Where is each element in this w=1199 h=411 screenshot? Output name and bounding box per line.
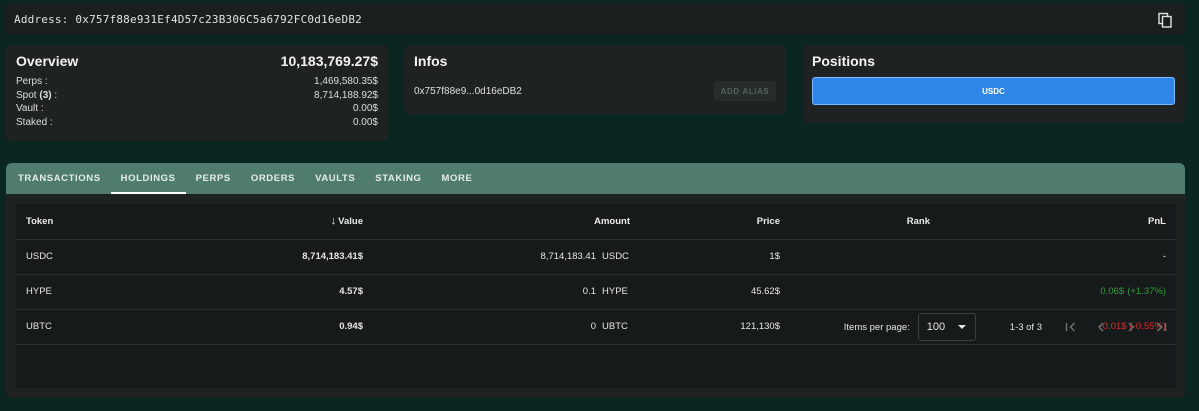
tab-perps[interactable]: PERPS bbox=[186, 163, 241, 194]
arrow-down-icon: ↓ bbox=[330, 215, 337, 228]
overview-card: Overview 10,183,769.27$ Perps : 1,469,58… bbox=[6, 45, 388, 141]
pnl-cell: 0.06$ (+1.37%) bbox=[940, 274, 1176, 310]
last-page-button[interactable] bbox=[1146, 315, 1176, 339]
value-cell: 4.57$ bbox=[186, 274, 373, 310]
overview-label: Perps : bbox=[16, 76, 48, 87]
header-pnl[interactable]: PnL bbox=[940, 204, 1176, 240]
overview-row-staked: Staked : 0.00$ bbox=[16, 116, 378, 130]
holdings-table-container: Token ↓ Value Amount Price Rank PnL USDC … bbox=[16, 204, 1176, 388]
address-label: Address: bbox=[14, 13, 69, 26]
copy-icon[interactable] bbox=[1157, 12, 1173, 28]
price-cell: 45.62$ bbox=[640, 274, 790, 310]
amount-cell: 8,714,183.41 USDC bbox=[373, 239, 640, 275]
amount-cell: 0.1 HYPE bbox=[373, 274, 640, 310]
overview-row-perps: Perps : 1,469,580.35$ bbox=[16, 75, 378, 89]
overview-title: Overview bbox=[16, 53, 79, 69]
tab-bar: TRANSACTIONS HOLDINGS PERPS ORDERS VAULT… bbox=[6, 163, 1185, 194]
last-page-icon bbox=[1156, 322, 1167, 332]
tab-orders[interactable]: ORDERS bbox=[241, 163, 305, 194]
spot-count: (3) bbox=[39, 89, 52, 101]
address-bar: Address: 0x757f88e931Ef4D57c23B306C5a679… bbox=[6, 4, 1185, 35]
infos-title: Infos bbox=[414, 53, 448, 69]
infos-card: Infos 0x757f88e9...0d16eDB2 ADD ALIAS bbox=[404, 45, 786, 114]
overview-value: 8,714,188.92$ bbox=[314, 89, 378, 101]
items-per-page-label: Items per page: bbox=[843, 321, 910, 333]
first-page-button[interactable] bbox=[1056, 315, 1086, 339]
overview-value: 0.00$ bbox=[352, 116, 378, 128]
header-rank[interactable]: Rank bbox=[790, 204, 940, 240]
overview-label: Vault : bbox=[16, 103, 44, 114]
items-per-page-value: 100 bbox=[926, 321, 946, 333]
prev-page-button[interactable] bbox=[1086, 315, 1116, 339]
tab-holdings[interactable]: HOLDINGS bbox=[110, 163, 186, 194]
page-range: 1-3 of 3 bbox=[1009, 321, 1042, 333]
overview-label: Spot (3) : bbox=[16, 89, 58, 101]
positions-title: Positions bbox=[812, 53, 876, 69]
address-value: 0x757f88e931Ef4D57c23B306C5a6792FC0d16eD… bbox=[75, 13, 362, 26]
items-per-page-select[interactable]: 100 bbox=[917, 313, 976, 341]
overview-total: 10,183,769.27$ bbox=[280, 53, 378, 69]
header-value[interactable]: ↓ Value bbox=[186, 204, 373, 240]
first-page-icon bbox=[1065, 322, 1076, 332]
token-cell: USDC bbox=[16, 239, 186, 275]
price-cell: 1$ bbox=[640, 239, 790, 275]
chevron-left-icon bbox=[1097, 322, 1104, 332]
tab-staking[interactable]: STAKING bbox=[365, 163, 431, 194]
caret-down-icon bbox=[957, 325, 966, 329]
header-price[interactable]: Price bbox=[640, 204, 790, 240]
pnl-cell: - bbox=[940, 239, 1176, 275]
table-row[interactable]: HYPE 4.57$ 0.1 HYPE 45.62$ 0.06$ (+1.37%) bbox=[16, 274, 1176, 310]
overview-row-vault: Vault : 0.00$ bbox=[16, 102, 378, 116]
overview-row-spot: Spot (3) : 8,714,188.92$ bbox=[16, 89, 378, 103]
rank-cell bbox=[790, 239, 940, 275]
holdings-panel: TRANSACTIONS HOLDINGS PERPS ORDERS VAULT… bbox=[6, 163, 1185, 398]
tab-more[interactable]: MORE bbox=[432, 163, 483, 194]
header-amount[interactable]: Amount bbox=[373, 204, 640, 240]
tab-vaults[interactable]: VAULTS bbox=[305, 163, 365, 194]
add-alias-button[interactable]: ADD ALIAS bbox=[714, 81, 776, 101]
positions-card: Positions USDC bbox=[803, 45, 1185, 123]
table-header-row: Token ↓ Value Amount Price Rank PnL bbox=[16, 204, 1176, 240]
table-row[interactable]: USDC 8,714,183.41$ 8,714,183.41 USDC 1$ - bbox=[16, 239, 1176, 275]
overview-value: 0.00$ bbox=[352, 103, 378, 114]
chevron-right-icon bbox=[1128, 322, 1135, 332]
next-page-button[interactable] bbox=[1116, 315, 1146, 339]
infos-address: 0x757f88e9...0d16eDB2 bbox=[414, 85, 522, 97]
tab-transactions[interactable]: TRANSACTIONS bbox=[8, 163, 111, 194]
position-usdc-button[interactable]: USDC bbox=[812, 77, 1175, 105]
rank-cell bbox=[790, 274, 940, 310]
address-text: Address: 0x757f88e931Ef4D57c23B306C5a679… bbox=[14, 13, 362, 26]
token-cell: HYPE bbox=[16, 274, 186, 310]
paginator: Items per page: 100 1-3 of 3 bbox=[16, 310, 1176, 344]
overview-value: 1,469,580.35$ bbox=[314, 76, 378, 87]
value-cell: 8,714,183.41$ bbox=[186, 239, 373, 275]
overview-label: Staked : bbox=[16, 116, 53, 128]
header-token[interactable]: Token bbox=[16, 204, 186, 240]
